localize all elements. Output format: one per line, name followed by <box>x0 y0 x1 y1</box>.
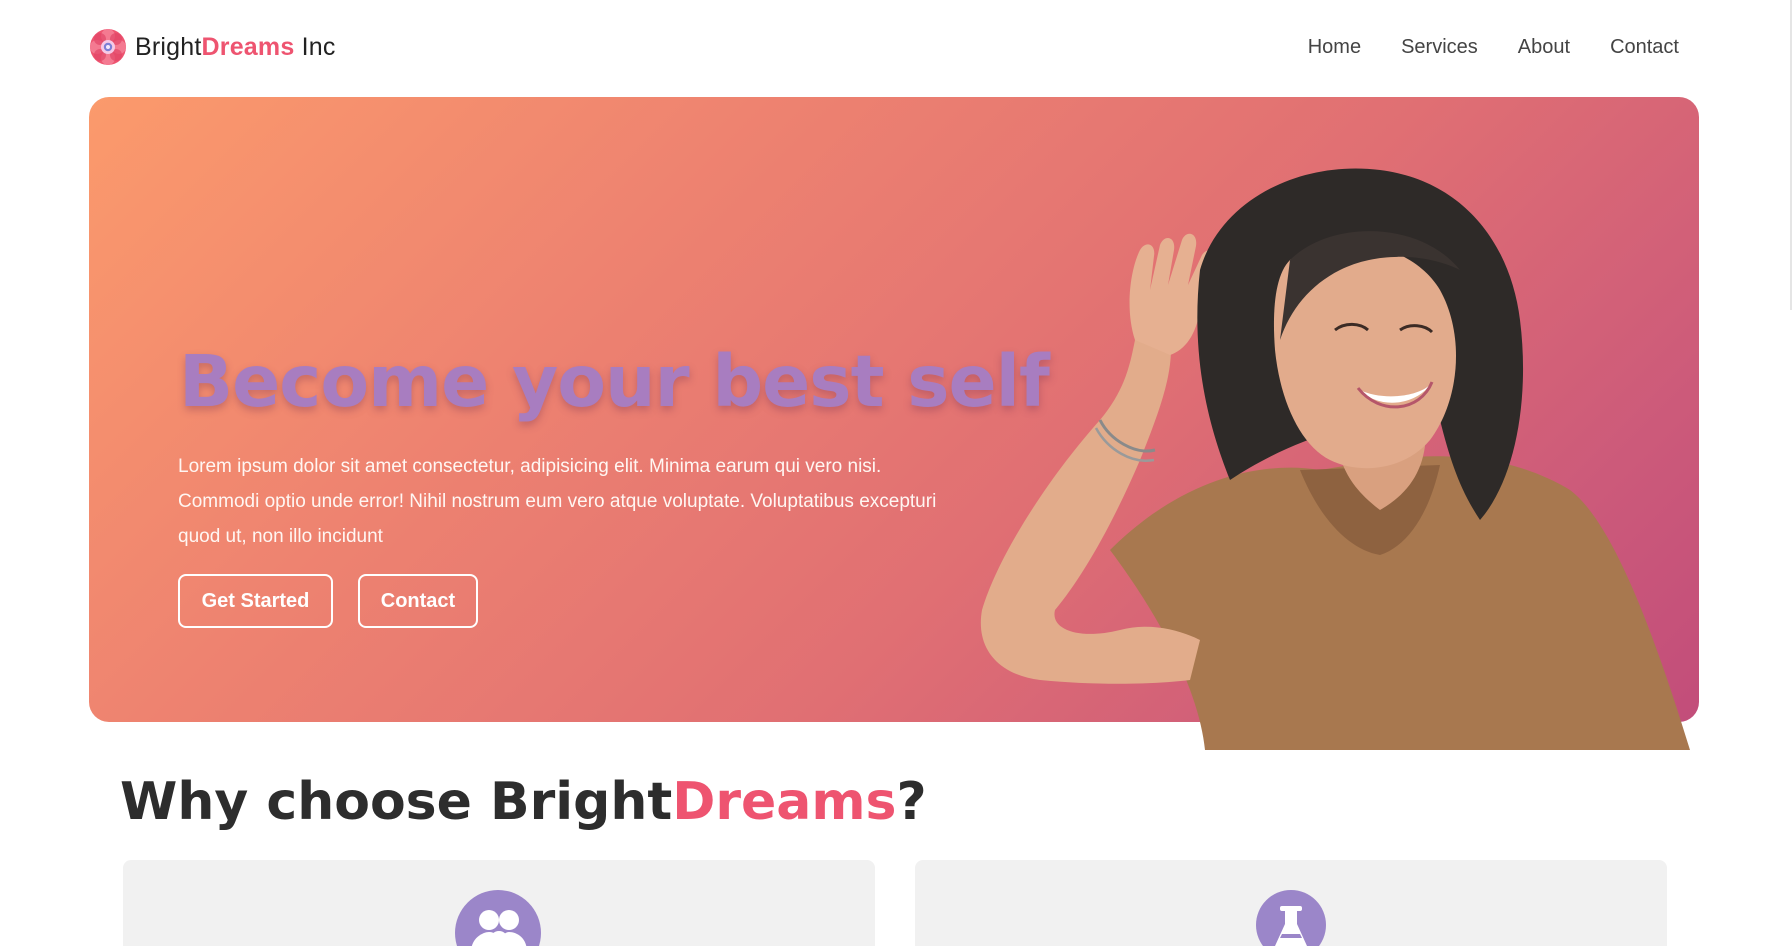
contact-button[interactable]: Contact <box>358 574 478 628</box>
nav-home-link[interactable]: Home <box>1308 36 1361 59</box>
nav-services-link[interactable]: Services <box>1401 36 1478 59</box>
feature-card <box>123 860 875 946</box>
site-header: BrightDreams Inc Home Services About Con… <box>0 0 1792 96</box>
hero-woman-image <box>980 168 1690 750</box>
brand-logo[interactable]: BrightDreams Inc <box>89 28 336 66</box>
section-title: Why choose BrightDreams? <box>120 772 927 832</box>
brand-name: BrightDreams Inc <box>135 33 336 62</box>
section-title-accent: Dreams <box>672 772 897 832</box>
get-started-button[interactable]: Get Started <box>178 574 333 628</box>
section-title-prefix: Why choose Bright <box>120 772 673 832</box>
brand-suffix: Inc <box>294 32 336 61</box>
main-nav: Home Services About Contact <box>1308 36 1679 59</box>
section-title-suffix: ? <box>896 772 927 832</box>
flower-logo-icon <box>89 28 127 66</box>
nav-contact-link[interactable]: Contact <box>1610 36 1679 59</box>
users-icon <box>455 890 541 946</box>
hero-title: Become your best self <box>179 340 1050 423</box>
nav-about-link[interactable]: About <box>1518 36 1570 59</box>
brand-accent: Dreams <box>201 32 295 61</box>
feature-card <box>915 860 1667 946</box>
hero-description: Lorem ipsum dolor sit amet consectetur, … <box>178 456 937 547</box>
flask-icon <box>1256 890 1326 946</box>
brand-prefix: Bright <box>135 32 202 61</box>
